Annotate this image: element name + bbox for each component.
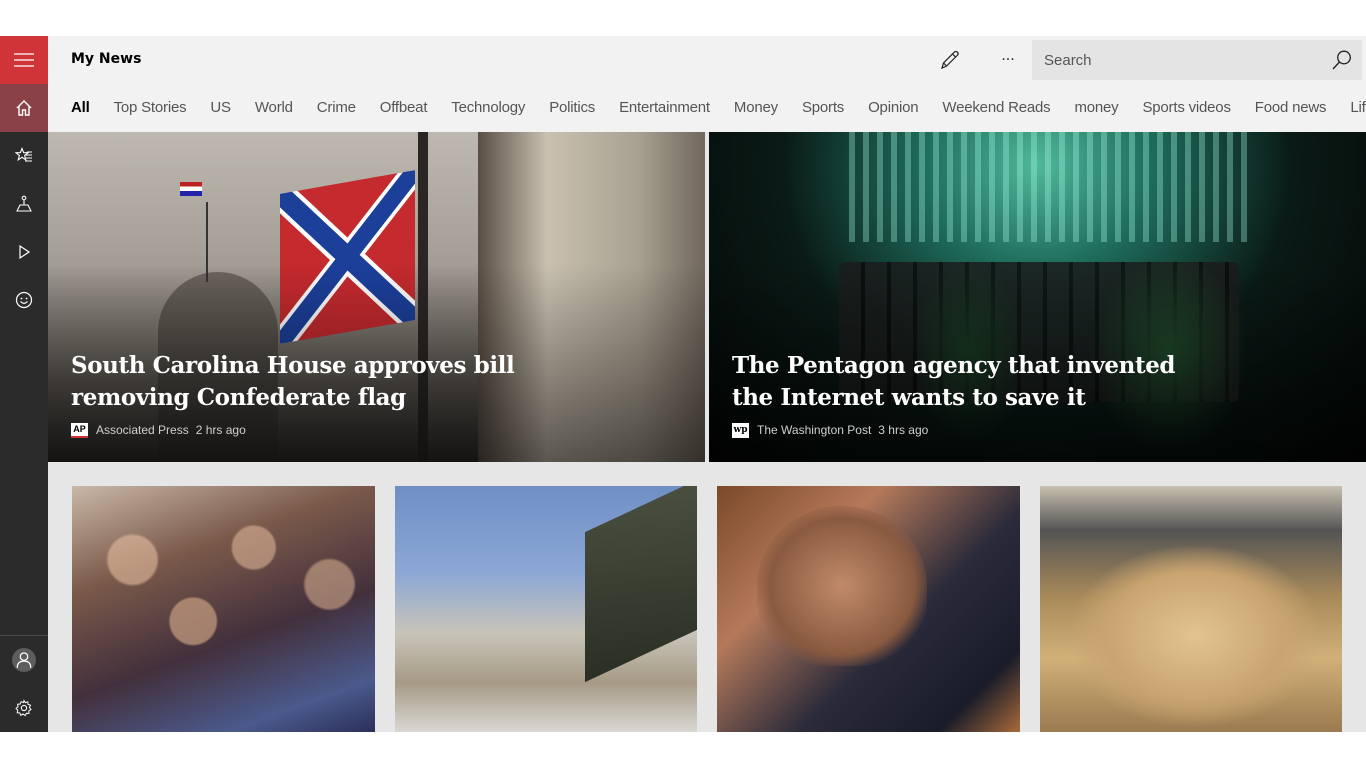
star-list-icon	[15, 147, 32, 162]
article-time: 3 hrs ago	[878, 423, 929, 437]
hamburger-icon	[14, 53, 34, 67]
edit-button[interactable]	[932, 44, 968, 76]
page-title: My News	[71, 51, 142, 67]
lion-cubs-crate-photo	[1070, 546, 1320, 726]
washington-post-logo-icon: wp	[732, 422, 749, 438]
tab-money[interactable]: Money	[734, 92, 778, 124]
more-options-button[interactable]: ···	[990, 44, 1026, 76]
tab-lifestyle[interactable]: Lifestyle	[1350, 92, 1366, 124]
tab-sports[interactable]: Sports	[802, 92, 844, 124]
tab-offbeat[interactable]: Offbeat	[380, 92, 428, 124]
hero-headline[interactable]: The Pentagon agency that invented the In…	[732, 350, 1192, 414]
person-icon	[16, 652, 32, 668]
sidebar-item-videos[interactable]	[0, 228, 48, 276]
header: My News ··· All Top Stories US World Crime Of…	[48, 36, 1366, 132]
tab-top-stories[interactable]: Top Stories	[114, 92, 187, 124]
sidebar-item-sports[interactable]	[0, 276, 48, 324]
sidebar-item-settings[interactable]	[0, 684, 48, 732]
hero-article-1[interactable]: South Carolina House approves bill remov…	[48, 132, 705, 462]
sidebar-item-local[interactable]	[0, 180, 48, 228]
tab-entertainment[interactable]: Entertainment	[619, 92, 710, 124]
search-icon	[1332, 50, 1351, 70]
tab-sports-videos[interactable]: Sports videos	[1142, 92, 1230, 124]
avatar	[12, 648, 36, 672]
play-icon	[19, 244, 31, 260]
news-app-window: My News ··· All Top Stories US World Crime Of…	[0, 36, 1366, 732]
category-tabs: All Top Stories US World Crime Offbeat Technol…	[48, 92, 1366, 124]
pencil-icon	[941, 50, 959, 70]
article-time: 2 hrs ago	[195, 423, 246, 437]
hero-headline[interactable]: South Carolina House approves bill remov…	[71, 350, 531, 414]
search-box	[1032, 40, 1362, 80]
hamburger-menu-button[interactable]	[0, 36, 48, 84]
tab-world[interactable]: World	[255, 92, 293, 124]
article-card-3[interactable]	[717, 486, 1020, 732]
sidebar	[0, 36, 48, 732]
smiley-icon	[15, 291, 33, 309]
article-meta: AP Associated Press 2 hrs ago	[71, 422, 246, 438]
article-source: Associated Press	[96, 423, 189, 437]
article-source: The Washington Post	[757, 423, 872, 437]
tab-food-news[interactable]: Food news	[1255, 92, 1327, 124]
tab-all[interactable]: All	[71, 92, 90, 124]
tab-opinion[interactable]: Opinion	[868, 92, 919, 124]
tab-crime[interactable]: Crime	[317, 92, 356, 124]
sidebar-item-account[interactable]	[0, 636, 48, 684]
sidebar-item-interests[interactable]	[0, 132, 48, 180]
home-icon	[16, 100, 32, 116]
article-meta: wp The Washington Post 3 hrs ago	[732, 422, 928, 438]
tab-us[interactable]: US	[210, 92, 231, 124]
search-input[interactable]	[1032, 40, 1322, 80]
tab-technology[interactable]: Technology	[451, 92, 525, 124]
local-icon	[16, 195, 32, 212]
military-missile-launcher-photo	[585, 486, 697, 683]
crowd-protest-photo	[72, 486, 375, 732]
sidebar-item-my-news[interactable]	[0, 84, 48, 132]
article-card-1[interactable]	[72, 486, 375, 732]
tab-money-custom[interactable]: money	[1074, 92, 1118, 124]
article-card-4[interactable]	[1040, 486, 1342, 732]
ap-logo-icon: AP	[71, 422, 88, 438]
tab-politics[interactable]: Politics	[549, 92, 595, 124]
search-button[interactable]	[1322, 40, 1362, 80]
article-card-2[interactable]	[395, 486, 697, 732]
police-chief-photo	[757, 506, 927, 666]
hero-article-2[interactable]: The Pentagon agency that invented the In…	[709, 132, 1366, 462]
gear-icon	[15, 699, 32, 717]
tab-weekend-reads[interactable]: Weekend Reads	[942, 92, 1050, 124]
